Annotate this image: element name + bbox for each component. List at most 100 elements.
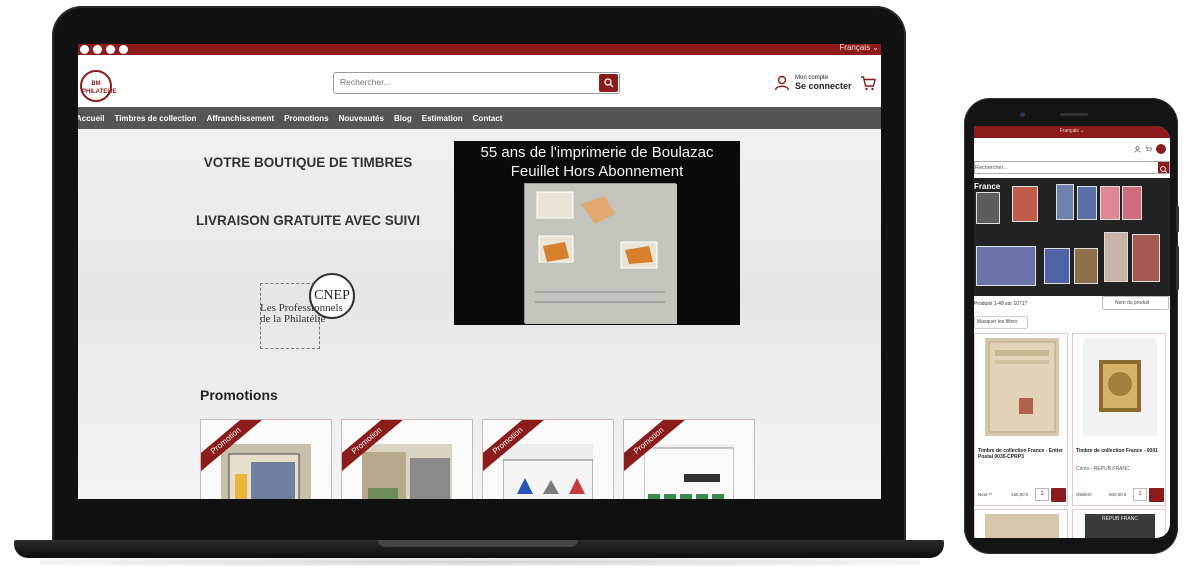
facebook-icon[interactable] bbox=[80, 45, 89, 54]
phone-search-button[interactable] bbox=[1158, 162, 1169, 173]
phone-side-button bbox=[1176, 206, 1179, 232]
nav-item-accueil[interactable]: Accueil bbox=[78, 114, 104, 123]
nav-item-promotions[interactable]: Promotions bbox=[284, 114, 328, 123]
product-condition: Neuf ** bbox=[978, 492, 993, 497]
login-label: Se connecter bbox=[795, 81, 852, 91]
promo-video[interactable]: 55 ans de l'imprimerie de Boulazac Feuil… bbox=[454, 141, 740, 325]
video-title-line-1: 55 ans de l'imprimerie de Boulazac bbox=[480, 144, 714, 161]
promo-card-image bbox=[362, 444, 452, 499]
banner-stamp bbox=[1132, 234, 1160, 282]
promo-card-image bbox=[221, 444, 311, 499]
site-logo[interactable]: BM PHILATELIE bbox=[80, 70, 117, 102]
banner-stamp bbox=[1056, 184, 1074, 220]
phone-volume-button bbox=[1176, 246, 1179, 290]
promo-card[interactable]: Promotion bbox=[482, 419, 614, 499]
hero-section: VOTRE BOUTIQUE DE TIMBRES LIVRAISON GRAT… bbox=[78, 129, 881, 499]
cnep-logo[interactable]: CNEP Les Professionnels de la Philatélie bbox=[260, 273, 355, 351]
promo-card[interactable]: Promotion bbox=[200, 419, 332, 499]
product-image-caption: REPUB FRANC bbox=[1085, 514, 1155, 538]
banner-stamp bbox=[1012, 186, 1038, 222]
phone-screen: Français ⌄ Rechercher... France Produits… bbox=[974, 126, 1170, 538]
nav-item-blog[interactable]: Blog bbox=[394, 114, 412, 123]
nav-item-nouveautes[interactable]: Nouveautés bbox=[339, 114, 384, 123]
mockup-stage: Français ⌄ BM PHILATELIE Mon compte Se c… bbox=[0, 0, 1200, 575]
promo-card[interactable]: Promotion bbox=[341, 419, 473, 499]
instagram-icon[interactable] bbox=[93, 45, 102, 54]
product-image bbox=[985, 338, 1059, 436]
product-card[interactable]: Timbre de collection France - 0001 Cérès… bbox=[1072, 333, 1166, 506]
phone-camera bbox=[1020, 112, 1025, 117]
phone-search-bar: Rechercher... bbox=[974, 161, 1170, 174]
promo-card-image bbox=[502, 444, 594, 499]
user-icon[interactable] bbox=[1134, 145, 1141, 153]
laptop-shadow bbox=[40, 558, 920, 566]
product-condition: Oblitéré bbox=[1076, 492, 1092, 497]
banner-stamp bbox=[1044, 248, 1070, 284]
search-input[interactable] bbox=[340, 77, 590, 87]
banner-stamp bbox=[1100, 186, 1120, 220]
youtube-icon[interactable] bbox=[119, 45, 128, 54]
product-card[interactable]: REPUB FRANC bbox=[1072, 509, 1166, 538]
product-card[interactable] bbox=[974, 509, 1068, 538]
product-title[interactable]: Timbre de collection France - Entier Pos… bbox=[978, 448, 1068, 460]
promotions-title: Promotions bbox=[200, 387, 278, 403]
toggle-filters-button[interactable]: Masquer les filtres bbox=[974, 316, 1028, 329]
category-title: France bbox=[974, 182, 1001, 191]
tagline-shop: VOTRE BOUTIQUE DE TIMBRES bbox=[203, 155, 413, 170]
tagline-delivery: LIVRAISON GRATUITE AVEC SUIVI bbox=[195, 213, 420, 228]
stamp-sheet-image bbox=[524, 183, 677, 324]
cart-icon bbox=[861, 76, 876, 91]
product-title[interactable]: Timbre de collection France - 0001 bbox=[1076, 448, 1166, 454]
phone-language-selector[interactable]: Français ⌄ bbox=[974, 128, 1170, 134]
phone-speaker bbox=[1060, 113, 1088, 116]
site-header: BM PHILATELIE Mon compte Se connecter bbox=[78, 55, 881, 107]
nav-item-estimation[interactable]: Estimation bbox=[422, 114, 463, 123]
menu-icon[interactable] bbox=[1156, 144, 1166, 154]
cart-button[interactable] bbox=[860, 75, 876, 96]
banner-stamp bbox=[1077, 186, 1097, 220]
banner-stamp bbox=[976, 246, 1036, 286]
banner-stamp bbox=[1074, 248, 1098, 284]
phone-search-input[interactable]: Rechercher... bbox=[975, 165, 1008, 171]
banner-stamp bbox=[1122, 186, 1142, 220]
main-nav: Accueil Timbres de collection Affranchis… bbox=[78, 107, 881, 129]
product-price: 600,00 € bbox=[1109, 492, 1127, 497]
social-links bbox=[80, 45, 128, 54]
promo-card[interactable]: Promotion bbox=[623, 419, 755, 499]
phone-header-icons bbox=[1134, 144, 1166, 154]
cnep-text: Les Professionnels de la Philatélie bbox=[260, 302, 343, 325]
pinterest-icon[interactable] bbox=[106, 45, 115, 54]
product-image bbox=[985, 514, 1059, 538]
banner-stamp bbox=[1104, 232, 1128, 282]
nav-item-contact[interactable]: Contact bbox=[473, 114, 503, 123]
phone-category-banner: France bbox=[974, 178, 1170, 296]
add-to-cart-button[interactable] bbox=[1149, 488, 1164, 502]
add-to-cart-button[interactable] bbox=[1051, 488, 1066, 502]
sort-select[interactable]: Nom du produit bbox=[1102, 296, 1169, 310]
nav-item-affranchissement[interactable]: Affranchissement bbox=[207, 114, 275, 123]
search-button[interactable] bbox=[599, 74, 618, 92]
results-count: Produits 1-48 sur 10717 bbox=[974, 301, 1028, 307]
laptop-screen: Français ⌄ BM PHILATELIE Mon compte Se c… bbox=[78, 44, 881, 499]
video-title-line-2: Feuillet Hors Abonnement bbox=[510, 163, 684, 180]
cart-icon[interactable] bbox=[1145, 146, 1152, 153]
language-selector[interactable]: Français ⌄ bbox=[839, 44, 879, 52]
promo-card-image bbox=[643, 444, 735, 499]
product-price: 160,00 € bbox=[1011, 492, 1029, 497]
stamp-sheet-illustration bbox=[525, 184, 677, 324]
search-bar bbox=[333, 72, 620, 94]
laptop-notch bbox=[378, 540, 578, 547]
phone-top-bar: Français ⌄ bbox=[974, 126, 1170, 138]
banner-stamp bbox=[976, 192, 1000, 224]
quantity-stepper[interactable]: 1 bbox=[1035, 488, 1049, 501]
product-subtitle: Cérès - REPUB FRANC bbox=[1076, 466, 1130, 472]
product-card[interactable]: Timbre de collection France - Entier Pos… bbox=[974, 333, 1068, 506]
search-icon bbox=[603, 78, 613, 88]
account-text: Mon compte Se connecter bbox=[795, 75, 852, 91]
product-image bbox=[1083, 338, 1157, 436]
user-icon bbox=[774, 75, 790, 91]
search-icon bbox=[1160, 166, 1167, 173]
nav-item-timbres[interactable]: Timbres de collection bbox=[114, 114, 196, 123]
account-link[interactable]: Mon compte Se connecter bbox=[774, 75, 852, 91]
quantity-stepper[interactable]: 1 bbox=[1133, 488, 1147, 501]
